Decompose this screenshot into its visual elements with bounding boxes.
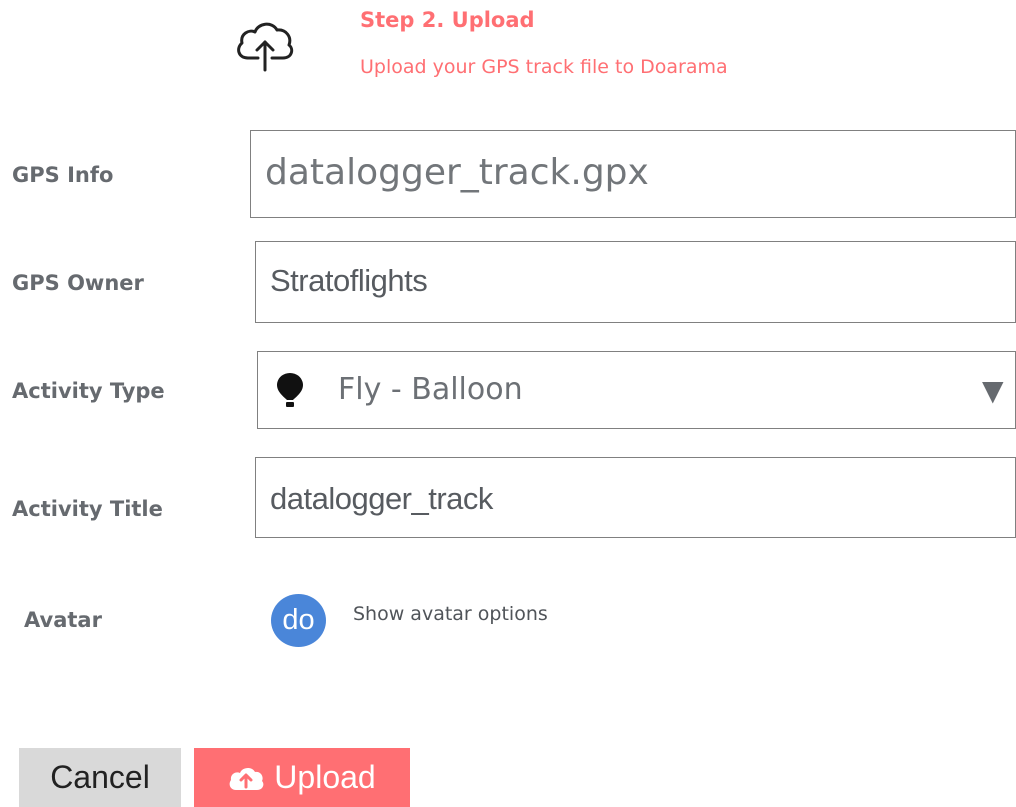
gps-owner-label: GPS Owner [12, 271, 144, 295]
step-subtitle: Upload your GPS track file to Doarama [360, 56, 728, 78]
activity-type-label: Activity Type [12, 379, 165, 403]
step-title: Step 2. Upload [360, 8, 535, 32]
cancel-button-label: Cancel [50, 759, 150, 795]
gps-info-field[interactable]: datalogger_track.gpx [250, 130, 1016, 218]
activity-title-input[interactable]: datalogger_track [255, 457, 1016, 538]
avatar-label: Avatar [24, 608, 102, 632]
upload-button-label: Upload [274, 759, 376, 795]
cloud-upload-icon [229, 767, 264, 790]
activity-title-label: Activity Title [12, 497, 163, 521]
cloud-upload-icon [237, 22, 294, 72]
gps-owner-input[interactable]: Stratoflights [255, 241, 1016, 323]
activity-title-value: datalogger_track [270, 481, 493, 516]
activity-type-select[interactable]: Fly - Balloon ▼ [257, 351, 1016, 429]
gps-owner-value: Stratoflights [270, 263, 428, 298]
upload-button[interactable]: Upload [194, 748, 410, 807]
balloon-icon [277, 373, 303, 407]
cancel-button[interactable]: Cancel [19, 748, 181, 807]
show-avatar-options-link[interactable]: Show avatar options [353, 603, 548, 625]
gps-info-value: datalogger_track.gpx [265, 152, 649, 193]
avatar[interactable]: do [271, 594, 326, 647]
activity-type-value: Fly - Balloon [338, 372, 523, 407]
gps-info-label: GPS Info [12, 163, 114, 187]
chevron-down-icon: ▼ [982, 374, 1004, 407]
